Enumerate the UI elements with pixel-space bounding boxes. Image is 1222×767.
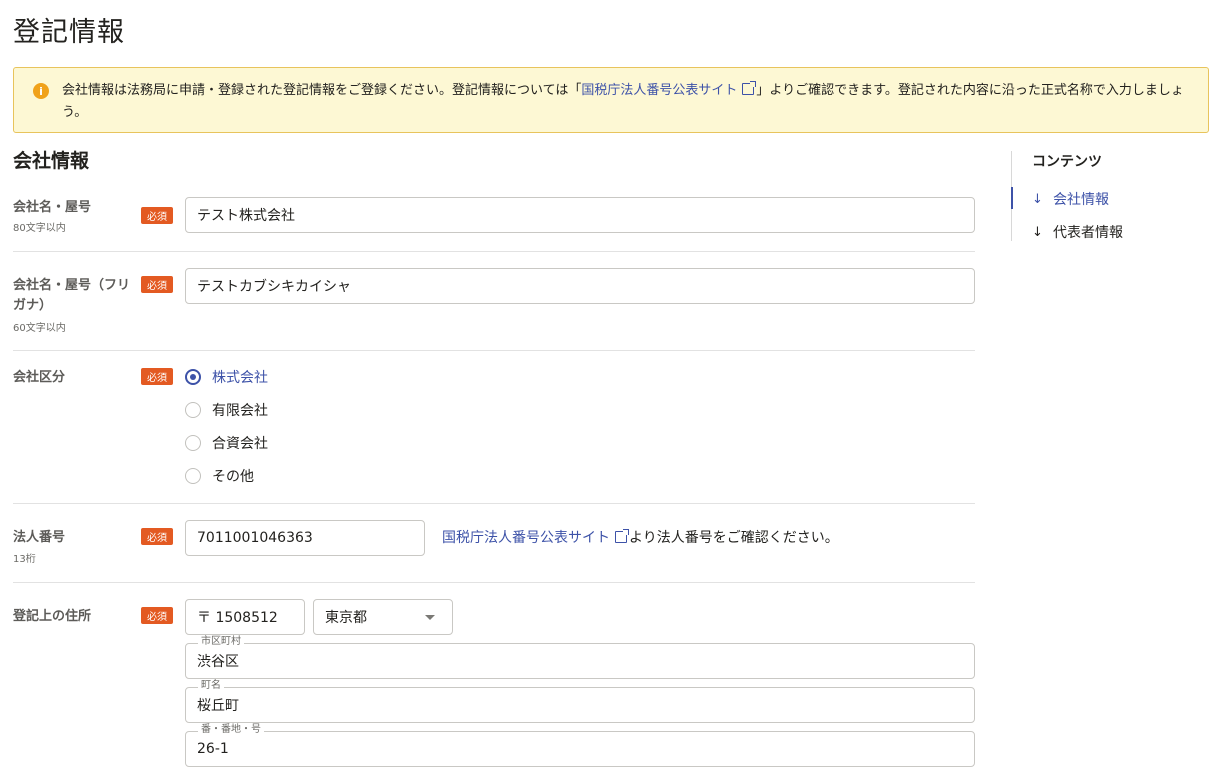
company-name-label: 会社名・屋号 bbox=[13, 200, 92, 215]
town-value: 桜丘町 bbox=[197, 698, 239, 714]
arrow-down-icon: ↓ bbox=[1032, 224, 1043, 240]
notice-text-before: 会社情報は法務局に申請・登録された登記情報をご登録ください。登記情報については「 bbox=[62, 83, 582, 98]
company-name-value: テスト株式会社 bbox=[197, 208, 295, 224]
radio-checked-icon[interactable] bbox=[185, 369, 201, 385]
company-name-input[interactable]: テスト株式会社 bbox=[185, 197, 975, 233]
arrow-down-icon: ↓ bbox=[1032, 191, 1043, 207]
company-kana-hint: 60文字以内 bbox=[13, 323, 66, 334]
block-number-field-label: 番・番地・号 bbox=[198, 724, 264, 736]
address-label: 登記上の住所 bbox=[13, 609, 92, 624]
required-badge: 必須 bbox=[141, 207, 173, 224]
toc-item-company-info[interactable]: ↓ 会社情報 bbox=[1032, 189, 1109, 209]
prefecture-select[interactable]: 東京都 bbox=[313, 599, 453, 635]
radio-option-label: その他 bbox=[212, 469, 254, 485]
block-number-input[interactable]: 番・番地・号 26-1 bbox=[185, 724, 975, 767]
toc-title: コンテンツ bbox=[1032, 154, 1102, 170]
radio-option-goshi[interactable]: 合資会社 bbox=[185, 433, 268, 453]
page-title: 登記情報 bbox=[13, 17, 125, 48]
prefecture-value: 東京都 bbox=[325, 610, 367, 626]
radio-option-yugen[interactable]: 有限会社 bbox=[185, 400, 268, 420]
external-link-icon bbox=[742, 81, 757, 95]
nta-site-link-label[interactable]: 国税庁法人番号公表サイト bbox=[442, 530, 610, 546]
radio-unchecked-icon[interactable] bbox=[185, 435, 201, 451]
chevron-down-icon bbox=[425, 615, 435, 620]
row-divider bbox=[13, 503, 975, 504]
company-kana-label: 会社名・屋号（フリガナ） bbox=[13, 278, 131, 313]
toc-active-indicator bbox=[1011, 187, 1013, 209]
city-input[interactable]: 市区町村 渋谷区 bbox=[185, 636, 975, 679]
radio-option-label: 株式会社 bbox=[212, 370, 268, 386]
block-number-value: 26-1 bbox=[197, 741, 229, 757]
company-name-hint: 80文字以内 bbox=[13, 223, 66, 234]
toc-item-label: 会社情報 bbox=[1053, 192, 1109, 208]
postal-code-input[interactable]: 〒 1508512 bbox=[185, 599, 305, 635]
radio-option-label: 合資会社 bbox=[212, 436, 268, 452]
town-field-label: 町名 bbox=[198, 680, 224, 692]
corporate-number-input[interactable]: 7011001046363 bbox=[185, 520, 425, 556]
info-notice: i 会社情報は法務局に申請・登録された登記情報をご登録ください。登記情報について… bbox=[13, 67, 1209, 133]
section-heading-company-info: 会社情報 bbox=[13, 150, 90, 172]
nta-site-link[interactable]: 国税庁法人番号公表サイト bbox=[442, 529, 629, 546]
nta-site-link-label[interactable]: 国税庁法人番号公表サイト bbox=[581, 83, 737, 98]
radio-unchecked-icon[interactable] bbox=[185, 468, 201, 484]
row-divider bbox=[13, 251, 975, 252]
required-badge: 必須 bbox=[141, 607, 173, 624]
row-divider bbox=[13, 582, 975, 583]
external-link-icon bbox=[615, 529, 629, 543]
required-badge: 必須 bbox=[141, 368, 173, 385]
company-kana-value: テストカブシキカイシャ bbox=[197, 279, 351, 295]
radio-option-label: 有限会社 bbox=[212, 403, 268, 419]
corporate-number-help: 国税庁法人番号公表サイト より法人番号をご確認ください。 bbox=[442, 528, 839, 548]
city-value: 渋谷区 bbox=[197, 654, 239, 670]
postal-code-value: 〒 1508512 bbox=[197, 610, 278, 626]
corporate-number-label: 法人番号 bbox=[13, 530, 66, 545]
corporate-number-value: 7011001046363 bbox=[197, 530, 313, 546]
corporate-number-hint: 13桁 bbox=[13, 554, 36, 565]
row-divider bbox=[13, 350, 975, 351]
required-badge: 必須 bbox=[141, 276, 173, 293]
city-field-label: 市区町村 bbox=[198, 636, 244, 648]
town-input[interactable]: 町名 桜丘町 bbox=[185, 680, 975, 723]
radio-unchecked-icon[interactable] bbox=[185, 402, 201, 418]
company-kana-input[interactable]: テストカブシキカイシャ bbox=[185, 268, 975, 304]
toc-item-representative-info[interactable]: ↓ 代表者情報 bbox=[1032, 222, 1123, 242]
required-badge: 必須 bbox=[141, 528, 173, 545]
info-icon: i bbox=[33, 83, 49, 99]
nta-site-link[interactable]: 国税庁法人番号公表サイト bbox=[581, 81, 757, 98]
company-type-label: 会社区分 bbox=[13, 370, 66, 385]
corporate-number-help-text: より法人番号をご確認ください。 bbox=[629, 530, 839, 546]
radio-option-other[interactable]: その他 bbox=[185, 466, 254, 486]
radio-option-kabushiki[interactable]: 株式会社 bbox=[185, 367, 268, 387]
toc-item-label: 代表者情報 bbox=[1053, 225, 1123, 241]
